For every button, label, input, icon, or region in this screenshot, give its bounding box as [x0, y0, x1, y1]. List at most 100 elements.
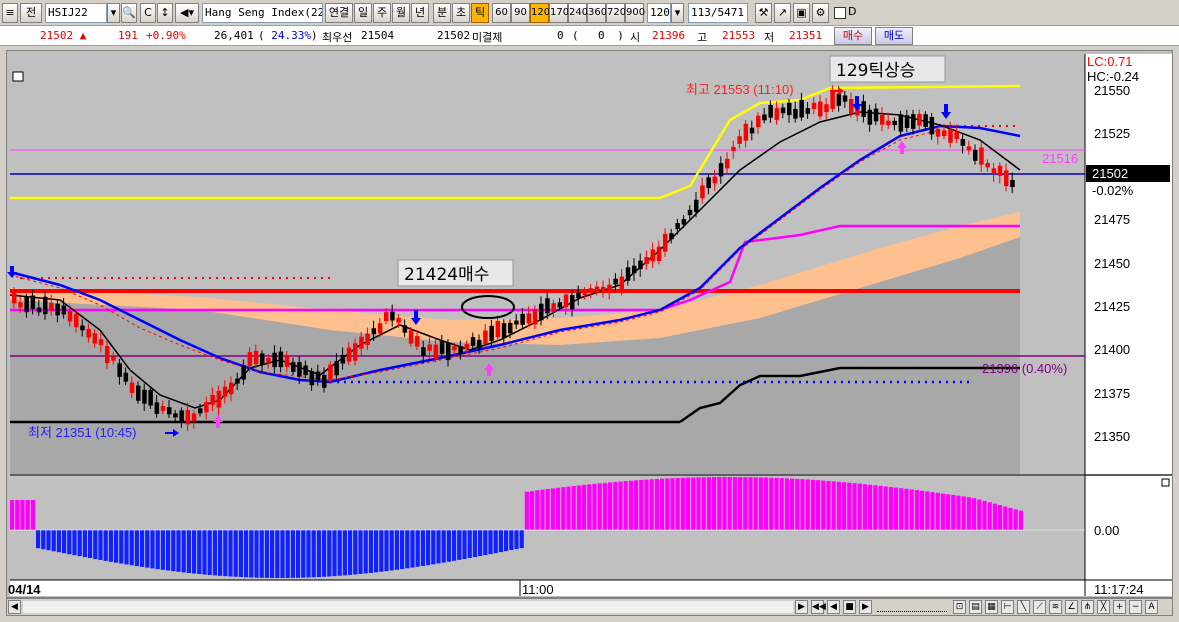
- draw-fan-icon[interactable]: ⋔: [1081, 600, 1094, 614]
- osc-bar: [285, 530, 290, 578]
- candle-body: [923, 114, 928, 127]
- osc-bar: [576, 485, 581, 530]
- candle-body: [117, 363, 122, 377]
- candle-body: [36, 307, 42, 313]
- zoom-in-icon[interactable]: +: [1113, 600, 1126, 614]
- current-price-tag: 21502: [1092, 166, 1128, 181]
- osc-bar: [680, 477, 685, 530]
- osc-bar: [706, 477, 711, 530]
- osc-bar: [909, 489, 914, 530]
- zoom-slider[interactable]: [877, 602, 947, 612]
- osc-bar: [810, 479, 815, 530]
- play-back-icon[interactable]: ◀: [827, 600, 840, 614]
- osc-bar: [894, 487, 899, 530]
- rewind-icon[interactable]: ◀◀: [811, 600, 826, 614]
- osc-bar: [348, 530, 353, 575]
- candle-body: [458, 346, 463, 354]
- candle-body: [700, 185, 705, 199]
- osc-bar: [738, 477, 743, 530]
- osc-bar: [56, 530, 61, 553]
- candle-body: [706, 177, 711, 189]
- candle-body: [297, 362, 302, 377]
- draw-fib-icon[interactable]: ≋: [1049, 600, 1062, 614]
- osc-bar: [821, 480, 826, 530]
- osc-bar: [998, 505, 1003, 530]
- osc-bar: [566, 486, 571, 530]
- level-21516-label: 21516: [1042, 151, 1078, 166]
- candle-body: [55, 303, 60, 316]
- osc-bar: [784, 478, 789, 530]
- osc-bar: [311, 530, 316, 578]
- osc-bar: [405, 530, 410, 569]
- osc-bar: [186, 530, 191, 573]
- osc-bar: [571, 485, 576, 530]
- osc-bar: [493, 530, 498, 554]
- candle-body: [1004, 170, 1009, 187]
- osc-bar: [316, 530, 321, 578]
- layout-icon[interactable]: ▤: [969, 600, 982, 614]
- candle-body: [253, 350, 259, 365]
- grid-icon: [12, 71, 24, 82]
- zoom-out-icon[interactable]: −: [1129, 600, 1142, 614]
- osc-bar: [1008, 507, 1013, 530]
- y-tick: 21375: [1094, 386, 1130, 401]
- osc-bar: [972, 498, 977, 530]
- scroll-track[interactable]: [23, 601, 793, 613]
- osc-bar: [888, 486, 893, 530]
- stop-icon[interactable]: ■: [843, 600, 856, 614]
- candle-body: [142, 389, 147, 404]
- text-tool-icon[interactable]: A: [1145, 600, 1158, 614]
- osc-bar: [795, 478, 800, 530]
- candle-body: [632, 265, 637, 274]
- osc-bar: [270, 530, 275, 578]
- zoom-fit-icon[interactable]: ⊡: [953, 600, 966, 614]
- candle-body: [508, 322, 513, 334]
- osc-bar: [524, 491, 529, 530]
- draw-line-icon[interactable]: ╲: [1017, 600, 1030, 614]
- candle-body: [656, 246, 662, 262]
- candle-body: [179, 410, 184, 422]
- osc-bar: [509, 530, 514, 551]
- osc-bar: [363, 530, 368, 574]
- osc-bar: [602, 482, 607, 530]
- osc-bar: [514, 530, 519, 550]
- osc-bar: [613, 481, 618, 530]
- osc-bar: [264, 530, 269, 578]
- osc-bar: [914, 490, 919, 530]
- candle-body: [384, 312, 389, 321]
- scroll-right-icon[interactable]: ▶: [795, 600, 808, 614]
- osc-bar: [930, 492, 935, 530]
- candle-body: [582, 291, 587, 296]
- candle-body: [222, 386, 228, 397]
- osc-bar: [691, 477, 696, 530]
- candle-body: [749, 127, 755, 134]
- candle-body: [638, 260, 643, 270]
- y-tick: 21425: [1094, 299, 1130, 314]
- candle-body: [377, 323, 383, 334]
- draw-cross-icon[interactable]: ╳: [1097, 600, 1110, 614]
- candle-body: [737, 136, 742, 144]
- play-forward-icon[interactable]: ▶: [859, 600, 872, 614]
- candle-body: [291, 362, 296, 372]
- candle-body: [92, 333, 98, 344]
- osc-bar: [831, 481, 836, 530]
- candle-body: [725, 158, 730, 169]
- draw-angle-icon[interactable]: ∠: [1065, 600, 1078, 614]
- candle-body: [681, 219, 687, 225]
- draw-trend-icon[interactable]: ⟋: [1033, 600, 1046, 614]
- chart-scrollbar[interactable]: ◀ ▶ ◀◀ ◀ ■ ▶ ⊡ ▤ ▦ ⊢ ╲ ⟋ ≋ ∠ ⋔ ╳ + − A: [6, 598, 1173, 616]
- osc-bar: [124, 530, 129, 565]
- candle-body: [849, 98, 854, 114]
- scroll-left-icon[interactable]: ◀: [8, 600, 21, 614]
- osc-bar: [717, 477, 722, 530]
- osc-bar: [712, 477, 717, 530]
- y-tick: 21400: [1094, 342, 1130, 357]
- candle-body: [712, 176, 718, 184]
- candle-body: [625, 267, 631, 281]
- ruler-icon[interactable]: ⊢: [1001, 600, 1014, 614]
- candle-body: [756, 115, 761, 128]
- layout2-icon[interactable]: ▦: [985, 600, 998, 614]
- candle-body: [247, 352, 253, 367]
- osc-bar: [212, 530, 217, 576]
- candle-body: [12, 291, 17, 304]
